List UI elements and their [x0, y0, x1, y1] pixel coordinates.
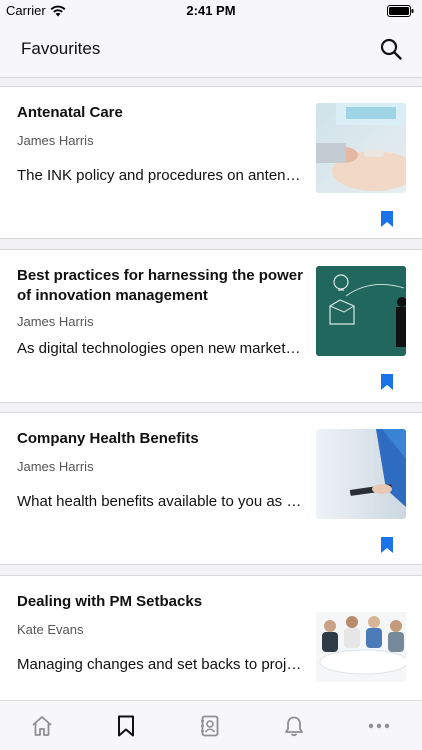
article-card[interactable]: Dealing with PM Setbacks Kate Evans Mana… [0, 575, 422, 700]
search-icon [380, 38, 402, 60]
article-summary: What health benefits available to you as… [17, 493, 307, 510]
article-summary: Managing changes and set backs to projec… [17, 656, 307, 673]
article-author: James Harris [17, 314, 94, 329]
article-thumbnail[interactable] [316, 592, 406, 682]
article-author: Kate Evans [17, 622, 84, 637]
article-thumbnail[interactable] [316, 266, 406, 356]
article-summary: As digital technologies open new markets… [17, 340, 307, 357]
tab-notifications[interactable] [281, 713, 307, 739]
article-thumbnail[interactable] [316, 429, 406, 519]
article-card[interactable]: Company Health Benefits James Harris Wha… [0, 412, 422, 565]
article-thumbnail[interactable] [316, 103, 406, 193]
article-title: Company Health Benefits [17, 430, 199, 447]
contacts-icon [201, 715, 219, 737]
tablet-doctor-photo [316, 429, 406, 519]
bell-icon [285, 716, 303, 737]
article-title: Dealing with PM Setbacks [17, 593, 203, 610]
chalkboard-photo [316, 266, 406, 356]
ultrasound-photo [316, 103, 406, 193]
article-summary: The INK policy and procedures on antenat… [17, 167, 307, 184]
clock: 2:41 PM [186, 3, 236, 18]
article-title: Antenatal Care [17, 104, 123, 121]
article-author: James Harris [17, 133, 94, 148]
tab-favourites[interactable] [113, 713, 139, 739]
article-card[interactable]: Best practices for harnessing the power … [0, 249, 422, 403]
tab-bar [0, 700, 422, 750]
bookmark-icon[interactable] [380, 537, 394, 553]
favourites-list[interactable]: Antenatal Care James Harris The INK poli… [0, 78, 422, 700]
article-title: Best practices for harnessing the power … [17, 267, 303, 304]
bookmark-icon [118, 715, 134, 737]
meeting-photo [316, 592, 406, 682]
battery-icon [387, 5, 414, 17]
home-icon [32, 716, 52, 736]
bookmark-icon[interactable] [380, 374, 394, 390]
article-author: James Harris [17, 459, 94, 474]
search-button[interactable] [378, 36, 404, 62]
page-title: Favourites [21, 39, 101, 58]
more-icon [368, 723, 390, 729]
navigation-bar: Favourites [0, 22, 422, 78]
tab-home[interactable] [29, 713, 55, 739]
bookmark-icon[interactable] [380, 211, 394, 227]
status-bar: Carrier 2:41 PM [0, 0, 422, 22]
tab-contacts[interactable] [197, 713, 223, 739]
article-card[interactable]: Antenatal Care James Harris The INK poli… [0, 86, 422, 239]
tab-more[interactable] [366, 713, 392, 739]
